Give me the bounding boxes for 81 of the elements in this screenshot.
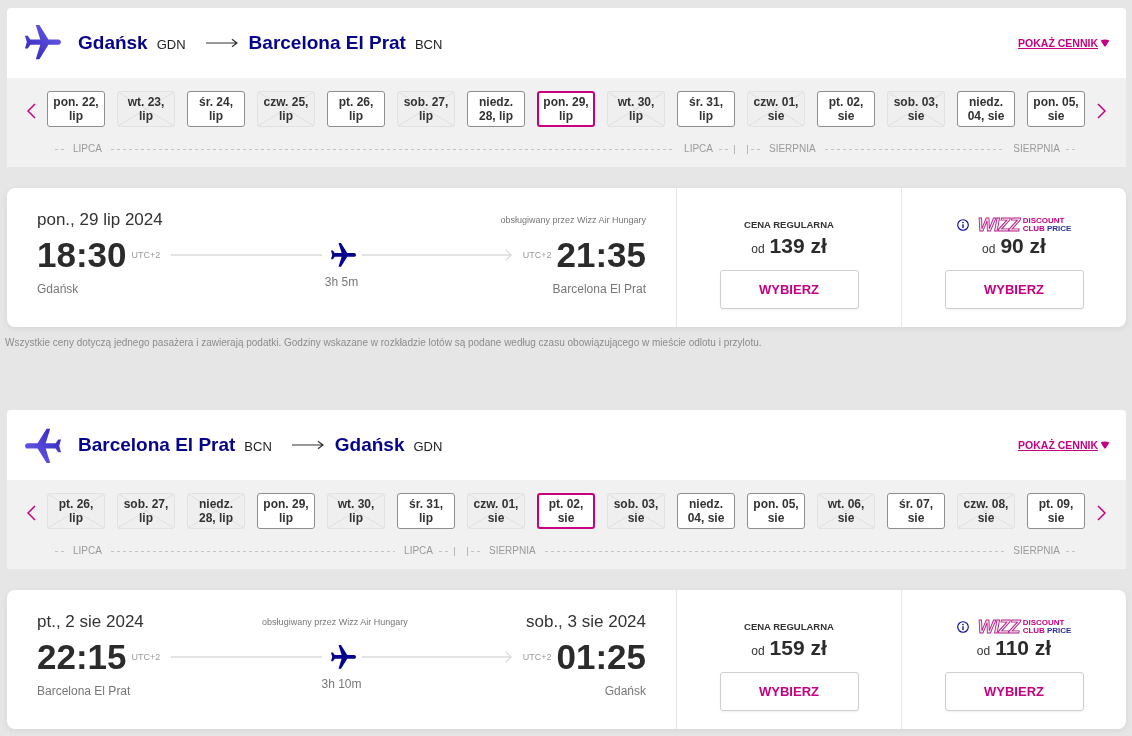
airport-code: BCN [414,37,443,52]
arrow-right-icon [291,440,324,450]
chevron-right-icon [1096,505,1106,521]
arrival-city: Barcelona El Prat [552,282,646,296]
select-fare-button[interactable]: WYBIERZ [944,270,1084,309]
date-option[interactable]: pt. 09, sie [1027,493,1085,529]
airport-code: GDN [156,37,186,52]
month-label: SIERPNIA [769,143,816,155]
date-option[interactable]: pon. 22, lip [47,91,105,127]
price-prefix: od [751,242,765,256]
select-fare-button[interactable]: WYBIERZ [719,672,859,711]
operator-text: obsługiwany przez Wizz Air Hungary [262,617,408,627]
date-option[interactable]: niedz. 04, sie [677,493,735,529]
timezone-label: UTC+2 [131,250,161,260]
departure-time: 18:30 [37,235,127,275]
arrival-city: Gdańsk [604,684,646,698]
fare-price: 139 zł [769,233,827,259]
origin-city: Gdańsk [78,31,148,55]
flight-duration: 3h 5m [324,275,359,291]
fare-price: 110 zł [995,635,1052,661]
destination-city: Barcelona El Prat [248,31,406,55]
caret-down-icon [1100,39,1110,47]
flight-duration: 3h 10m [321,677,362,693]
select-fare-button[interactable]: WYBIERZ [719,270,859,309]
timezone-label: UTC+2 [522,250,552,260]
date-option[interactable]: niedz. 04, sie [957,91,1015,127]
date-option[interactable]: pon. 05, sie [747,493,805,529]
airport-code: GDN [413,439,443,454]
airplane-icon [330,644,356,670]
fare-title: CENA REGULARNA [744,620,834,634]
airplane-icon [25,427,61,463]
month-label: SIERPNIA [1013,545,1060,557]
airport-code: BCN [244,439,272,454]
fare-title: CENA REGULARNA [744,218,834,232]
fare-price: 90 zł [1000,233,1046,259]
month-label: LIPCA [73,143,102,155]
chevron-left-icon [26,505,36,521]
info-icon[interactable] [956,621,969,633]
date-option[interactable]: pon. 29, lip [537,91,595,127]
timezone-label: UTC+2 [131,652,161,662]
airplane-icon [25,25,61,61]
arrow-right-icon [205,38,238,48]
departure-date: pt., 2 sie 2024 [37,612,144,632]
date-option[interactable]: niedz. 28, lip [467,91,525,127]
arrival-time: 21:35 [556,235,646,275]
date-option[interactable]: śr. 31, lip [677,91,735,127]
show-prices-link[interactable]: POKAŻ CENNIK [1018,36,1110,50]
departure-city: Gdańsk [37,282,79,296]
price-prefix: od [976,644,991,658]
chevron-left-icon [26,103,36,119]
departure-city: Barcelona El Prat [37,684,131,698]
date-option[interactable]: śr. 31, lip [397,493,455,529]
show-prices-link[interactable]: POKAŻ CENNIK [1018,438,1110,452]
month-label: SIERPNIA [1013,143,1060,155]
airplane-icon [330,242,356,268]
price-prefix: od [982,242,996,256]
month-label: LIPCA [404,545,433,557]
date-option[interactable]: pt. 26, lip [327,91,385,127]
operator-text: obsługiwany przez Wizz Air Hungary [500,215,646,225]
month-label: LIPCA [684,143,713,155]
origin-city: Barcelona El Prat [78,433,236,457]
date-option[interactable]: śr. 24, lip [187,91,245,127]
arrival-date: sob., 3 sie 2024 [525,612,646,632]
date-option[interactable]: pt. 02, sie [537,493,595,529]
date-option[interactable]: pt. 02, sie [817,91,875,127]
date-option[interactable]: pon. 29, lip [257,493,315,529]
date-option[interactable]: pon. 05, sie [1027,91,1085,127]
departure-date: pon., 29 lip 2024 [37,210,163,230]
info-icon[interactable] [956,219,969,231]
month-label: SIERPNIA [489,545,536,557]
select-fare-button[interactable]: WYBIERZ [944,672,1084,711]
chevron-right-icon [1096,103,1106,119]
fare-price: 159 zł [769,635,827,661]
price-prefix: od [751,644,765,658]
departure-time: 22:15 [37,637,127,677]
arrival-time: 01:25 [556,637,646,677]
destination-city: Gdańsk [334,433,405,457]
caret-down-icon [1100,441,1110,449]
month-label: LIPCA [73,545,102,557]
date-option[interactable]: śr. 07, sie [887,493,945,529]
timezone-label: UTC+2 [522,652,552,662]
